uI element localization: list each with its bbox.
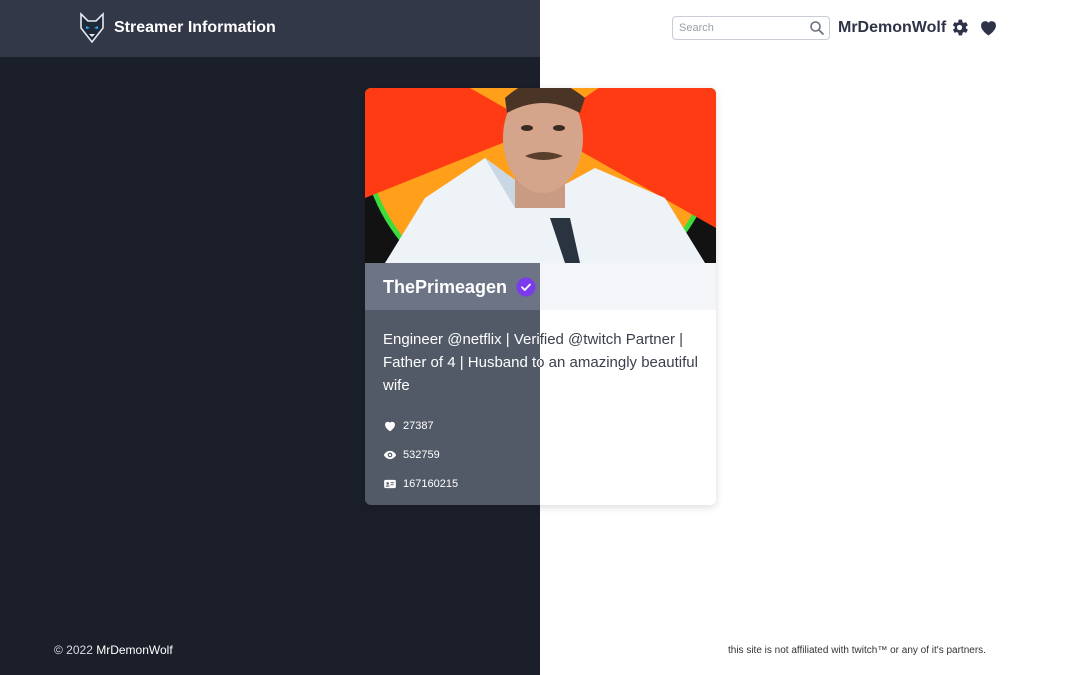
heart-icon[interactable] [978, 17, 999, 38]
streamer-bio: Engineer @netflix | Verified @twitch Par… [383, 328, 701, 397]
brand-title: Streamer Information [114, 19, 276, 36]
search-icon[interactable] [809, 20, 825, 36]
copyright-prefix: © 2022 [54, 643, 93, 657]
gear-icon[interactable] [949, 17, 970, 38]
user-menu[interactable]: MrDemonWolf [838, 19, 946, 37]
stat-views: 532759 [383, 448, 440, 462]
search-input[interactable] [679, 21, 807, 35]
brand[interactable]: Streamer Information [78, 12, 276, 44]
disclaimer: this site is not affiliated with twitch™… [728, 645, 986, 656]
copyright: © 2022 MrDemonWolf [54, 643, 173, 657]
stat-value: 532759 [403, 449, 440, 461]
streamer-name[interactable]: ThePrimeagen [383, 277, 507, 298]
search-box[interactable] [672, 16, 830, 40]
streamer-avatar [365, 88, 716, 263]
streamer-card: ThePrimeagen Engineer @netflix | Verifie… [365, 88, 716, 505]
copyright-owner[interactable]: MrDemonWolf [96, 643, 172, 657]
stat-value: 27387 [403, 420, 434, 432]
heart-icon [385, 421, 395, 432]
stat-value: 167160215 [403, 478, 459, 490]
eye-icon [383, 450, 397, 460]
id-card-icon [384, 479, 396, 489]
verified-badge-icon [516, 277, 536, 297]
stat-followers: 27387 [383, 419, 434, 433]
wolf-logo-icon [80, 12, 104, 44]
stat-id: 167160215 [383, 477, 458, 491]
